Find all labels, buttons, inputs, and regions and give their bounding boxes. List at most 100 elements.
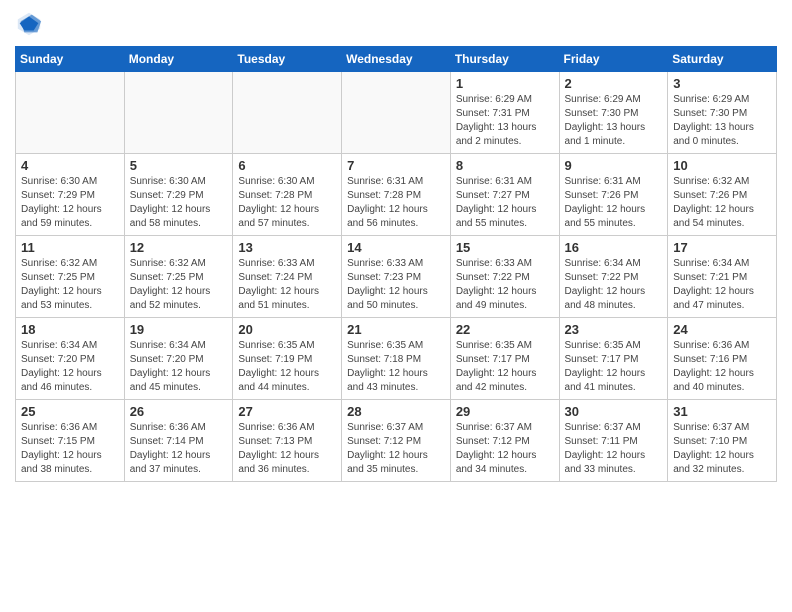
day-info: Sunrise: 6:35 AM Sunset: 7:18 PM Dayligh… [347, 339, 445, 395]
calendar-cell [16, 72, 125, 154]
calendar-cell: 17 Sunrise: 6:34 AM Sunset: 7:21 PM Dayli… [668, 236, 777, 318]
day-header-thursday: Thursday [450, 47, 559, 72]
calendar-body: 1 Sunrise: 6:29 AM Sunset: 7:31 PM Daylig… [16, 72, 777, 482]
day-info: Sunrise: 6:36 AM Sunset: 7:15 PM Dayligh… [21, 421, 119, 477]
calendar-cell: 6Sunrise: 6:30 AM Sunset: 7:28 PM Daylig… [233, 154, 342, 236]
day-header-sunday: Sunday [16, 47, 125, 72]
day-number: 13 [238, 240, 336, 255]
calendar-cell: 22 Sunrise: 6:35 AM Sunset: 7:17 PM Dayli… [450, 318, 559, 400]
day-number: 31 [673, 404, 771, 419]
day-info: Sunrise: 6:31 AM Sunset: 7:27 PM Dayligh… [456, 175, 554, 231]
day-info: Sunrise: 6:36 AM Sunset: 7:14 PM Dayligh… [130, 421, 228, 477]
calendar-week-5: 25 Sunrise: 6:36 AM Sunset: 7:15 PM Dayli… [16, 400, 777, 482]
calendar-cell: 15Sunrise: 6:33 AM Sunset: 7:22 PM Dayli… [450, 236, 559, 318]
calendar-cell: 3 Sunrise: 6:29 AM Sunset: 7:30 PM Daylig… [668, 72, 777, 154]
calendar-cell: 25 Sunrise: 6:36 AM Sunset: 7:15 PM Dayli… [16, 400, 125, 482]
day-info: Sunrise: 6:37 AM Sunset: 7:12 PM Dayligh… [456, 421, 554, 477]
calendar-cell: 23 Sunrise: 6:35 AM Sunset: 7:17 PM Dayli… [559, 318, 668, 400]
logo [15, 10, 47, 38]
calendar-cell: 10Sunrise: 6:32 AM Sunset: 7:26 PM Dayli… [668, 154, 777, 236]
day-number: 29 [456, 404, 554, 419]
day-info: Sunrise: 6:34 AM Sunset: 7:20 PM Dayligh… [21, 339, 119, 395]
day-header-tuesday: Tuesday [233, 47, 342, 72]
calendar-week-2: 4 Sunrise: 6:30 AM Sunset: 7:29 PM Daylig… [16, 154, 777, 236]
day-number: 8 [456, 158, 554, 173]
day-number: 1 [456, 76, 554, 91]
day-info: Sunrise: 6:37 AM Sunset: 7:11 PM Dayligh… [565, 421, 663, 477]
day-number: 20 [238, 322, 336, 337]
day-number: 23 [565, 322, 663, 337]
day-info: Sunrise: 6:36 AM Sunset: 7:16 PM Dayligh… [673, 339, 771, 395]
calendar-cell: 21 Sunrise: 6:35 AM Sunset: 7:18 PM Dayli… [342, 318, 451, 400]
day-info: Sunrise: 6:30 AM Sunset: 7:29 PM Dayligh… [21, 175, 119, 231]
day-info: Sunrise: 6:35 AM Sunset: 7:19 PM Dayligh… [238, 339, 336, 395]
day-number: 3 [673, 76, 771, 91]
calendar-cell: 29 Sunrise: 6:37 AM Sunset: 7:12 PM Dayli… [450, 400, 559, 482]
day-number: 28 [347, 404, 445, 419]
day-number: 9 [565, 158, 663, 173]
calendar-week-3: 11 Sunrise: 6:32 AM Sunset: 7:25 PM Dayli… [16, 236, 777, 318]
day-number: 5 [130, 158, 228, 173]
day-number: 26 [130, 404, 228, 419]
day-number: 6 [238, 158, 336, 173]
calendar-cell: 27 Sunrise: 6:36 AM Sunset: 7:13 PM Dayli… [233, 400, 342, 482]
day-number: 30 [565, 404, 663, 419]
day-number: 10 [673, 158, 771, 173]
calendar-cell: 24 Sunrise: 6:36 AM Sunset: 7:16 PM Dayli… [668, 318, 777, 400]
day-number: 15 [456, 240, 554, 255]
calendar-week-1: 1 Sunrise: 6:29 AM Sunset: 7:31 PM Daylig… [16, 72, 777, 154]
day-number: 27 [238, 404, 336, 419]
calendar-cell: 7 Sunrise: 6:31 AM Sunset: 7:28 PM Daylig… [342, 154, 451, 236]
day-number: 4 [21, 158, 119, 173]
calendar-cell: 5Sunrise: 6:30 AM Sunset: 7:29 PM Daylig… [124, 154, 233, 236]
calendar-cell: 2Sunrise: 6:29 AM Sunset: 7:30 PM Daylig… [559, 72, 668, 154]
day-number: 25 [21, 404, 119, 419]
day-header-monday: Monday [124, 47, 233, 72]
day-info: Sunrise: 6:31 AM Sunset: 7:28 PM Dayligh… [347, 175, 445, 231]
page-header [15, 10, 777, 38]
day-number: 19 [130, 322, 228, 337]
day-info: Sunrise: 6:33 AM Sunset: 7:23 PM Dayligh… [347, 257, 445, 313]
calendar-cell [124, 72, 233, 154]
day-info: Sunrise: 6:32 AM Sunset: 7:25 PM Dayligh… [130, 257, 228, 313]
day-number: 11 [21, 240, 119, 255]
calendar-cell: 31 Sunrise: 6:37 AM Sunset: 7:10 PM Dayli… [668, 400, 777, 482]
calendar-cell: 11 Sunrise: 6:32 AM Sunset: 7:25 PM Dayli… [16, 236, 125, 318]
day-info: Sunrise: 6:37 AM Sunset: 7:10 PM Dayligh… [673, 421, 771, 477]
day-info: Sunrise: 6:31 AM Sunset: 7:26 PM Dayligh… [565, 175, 663, 231]
calendar-cell: 30 Sunrise: 6:37 AM Sunset: 7:11 PM Dayli… [559, 400, 668, 482]
day-info: Sunrise: 6:35 AM Sunset: 7:17 PM Dayligh… [456, 339, 554, 395]
day-info: Sunrise: 6:37 AM Sunset: 7:12 PM Dayligh… [347, 421, 445, 477]
logo-icon [15, 10, 43, 38]
calendar-cell: 19 Sunrise: 6:34 AM Sunset: 7:20 PM Dayli… [124, 318, 233, 400]
calendar-cell: 13 Sunrise: 6:33 AM Sunset: 7:24 PM Dayli… [233, 236, 342, 318]
day-info: Sunrise: 6:32 AM Sunset: 7:25 PM Dayligh… [21, 257, 119, 313]
day-header-saturday: Saturday [668, 47, 777, 72]
day-info: Sunrise: 6:29 AM Sunset: 7:31 PM Dayligh… [456, 93, 554, 149]
day-header-wednesday: Wednesday [342, 47, 451, 72]
calendar-cell: 12 Sunrise: 6:32 AM Sunset: 7:25 PM Dayli… [124, 236, 233, 318]
calendar-cell: 28 Sunrise: 6:37 AM Sunset: 7:12 PM Dayli… [342, 400, 451, 482]
day-header-friday: Friday [559, 47, 668, 72]
day-number: 21 [347, 322, 445, 337]
calendar-cell: 1 Sunrise: 6:29 AM Sunset: 7:31 PM Daylig… [450, 72, 559, 154]
calendar-cell: 4 Sunrise: 6:30 AM Sunset: 7:29 PM Daylig… [16, 154, 125, 236]
day-number: 12 [130, 240, 228, 255]
day-number: 14 [347, 240, 445, 255]
day-info: Sunrise: 6:34 AM Sunset: 7:21 PM Dayligh… [673, 257, 771, 313]
day-number: 2 [565, 76, 663, 91]
day-info: Sunrise: 6:35 AM Sunset: 7:17 PM Dayligh… [565, 339, 663, 395]
day-number: 17 [673, 240, 771, 255]
day-number: 24 [673, 322, 771, 337]
calendar-cell: 9 Sunrise: 6:31 AM Sunset: 7:26 PM Daylig… [559, 154, 668, 236]
day-info: Sunrise: 6:33 AM Sunset: 7:24 PM Dayligh… [238, 257, 336, 313]
day-number: 18 [21, 322, 119, 337]
day-info: Sunrise: 6:34 AM Sunset: 7:20 PM Dayligh… [130, 339, 228, 395]
day-info: Sunrise: 6:36 AM Sunset: 7:13 PM Dayligh… [238, 421, 336, 477]
day-number: 7 [347, 158, 445, 173]
calendar-cell [233, 72, 342, 154]
calendar-cell: 20 Sunrise: 6:35 AM Sunset: 7:19 PM Dayli… [233, 318, 342, 400]
calendar-cell: 16Sunrise: 6:34 AM Sunset: 7:22 PM Dayli… [559, 236, 668, 318]
day-info: Sunrise: 6:29 AM Sunset: 7:30 PM Dayligh… [673, 93, 771, 149]
day-number: 22 [456, 322, 554, 337]
